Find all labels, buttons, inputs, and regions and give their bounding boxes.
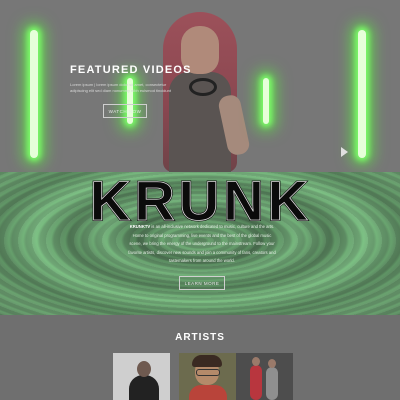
artists-title: ARTISTS [175,332,225,343]
artist-card[interactable] [113,353,170,400]
featured-videos-title: FEATURED VIDEOS [70,64,192,76]
page: FEATURED VIDEOS Lorem ipsum | lorem ipsu… [0,0,400,400]
neon-light-left [30,30,38,158]
krunk-logo[interactable]: KRUNK KRUNK [80,172,322,232]
artists-section: ARTISTS [0,315,400,400]
next-slide-arrow-icon[interactable] [341,147,348,157]
watch-now-button[interactable]: WATCH NOW [103,104,147,118]
neon-light-mid-right [263,78,269,124]
learn-more-button[interactable]: LEARN MORE [179,276,225,290]
artist-card[interactable] [179,353,236,400]
neon-light-right [358,30,366,158]
featured-videos-description: Lorem ipsum | lorem ipsum dolor sit amet… [70,82,171,93]
logo-text-outline: KRUNK [90,172,312,232]
featured-videos-section: FEATURED VIDEOS Lorem ipsum | lorem ipsu… [0,0,400,172]
artist-card[interactable] [236,353,293,400]
